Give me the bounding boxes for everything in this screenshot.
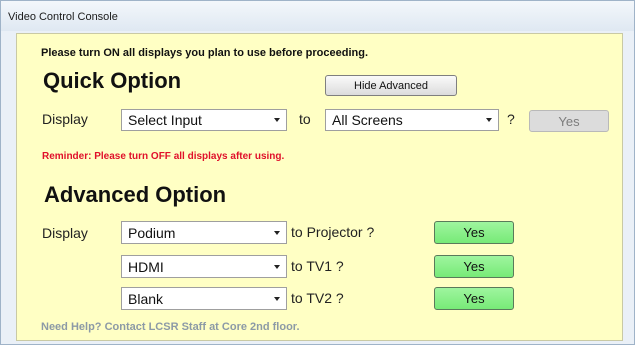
yes-button-tv2[interactable]: Yes — [434, 287, 514, 310]
advanced-source-value: HDMI — [128, 258, 164, 275]
chevron-down-icon — [268, 288, 286, 309]
app-window: Video Control Console Please turn ON all… — [0, 0, 635, 345]
chevron-down-icon — [268, 256, 286, 277]
quick-target-select[interactable]: All Screens — [325, 109, 499, 131]
quick-question-mark: ? — [507, 111, 515, 127]
target-label-tv2: to TV2 ? — [291, 290, 344, 306]
advanced-source-select-projector[interactable]: Podium — [121, 221, 287, 244]
quick-to-label: to — [299, 111, 311, 127]
help-text: Need Help? Contact LCSR Staff at Core 2n… — [41, 321, 300, 333]
quick-yes-button[interactable]: Yes — [529, 110, 609, 132]
target-label-projector: to Projector ? — [291, 224, 375, 240]
quick-source-value: Select Input — [128, 112, 202, 128]
advanced-option-title: Advanced Option — [44, 182, 227, 207]
quick-target-value: All Screens — [332, 112, 403, 128]
yes-button-projector[interactable]: Yes — [434, 221, 514, 244]
advanced-source-value: Podium — [128, 224, 176, 241]
chevron-down-icon — [268, 110, 286, 130]
target-label-tv1: to TV1 ? — [291, 258, 344, 274]
chevron-down-icon — [480, 110, 498, 130]
quick-source-select[interactable]: Select Input — [121, 109, 287, 131]
yes-button-tv1[interactable]: Yes — [434, 255, 514, 278]
window-title: Video Control Console — [8, 11, 118, 23]
quick-option-title: Quick Option — [43, 68, 182, 93]
quick-display-label: Display — [42, 111, 88, 127]
advanced-source-select-tv2[interactable]: Blank — [121, 287, 287, 310]
advanced-source-select-tv1[interactable]: HDMI — [121, 255, 287, 278]
advanced-source-value: Blank — [128, 290, 164, 307]
hide-advanced-button[interactable]: Hide Advanced — [325, 75, 457, 96]
chevron-down-icon — [268, 222, 286, 243]
power-on-notice: Please turn ON all displays you plan to … — [41, 47, 369, 59]
power-off-reminder: Reminder: Please turn OFF all displays a… — [42, 151, 285, 162]
advanced-display-label: Display — [42, 225, 88, 241]
control-panel: Please turn ON all displays you plan to … — [16, 33, 623, 341]
title-bar: Video Control Console — [1, 1, 634, 31]
